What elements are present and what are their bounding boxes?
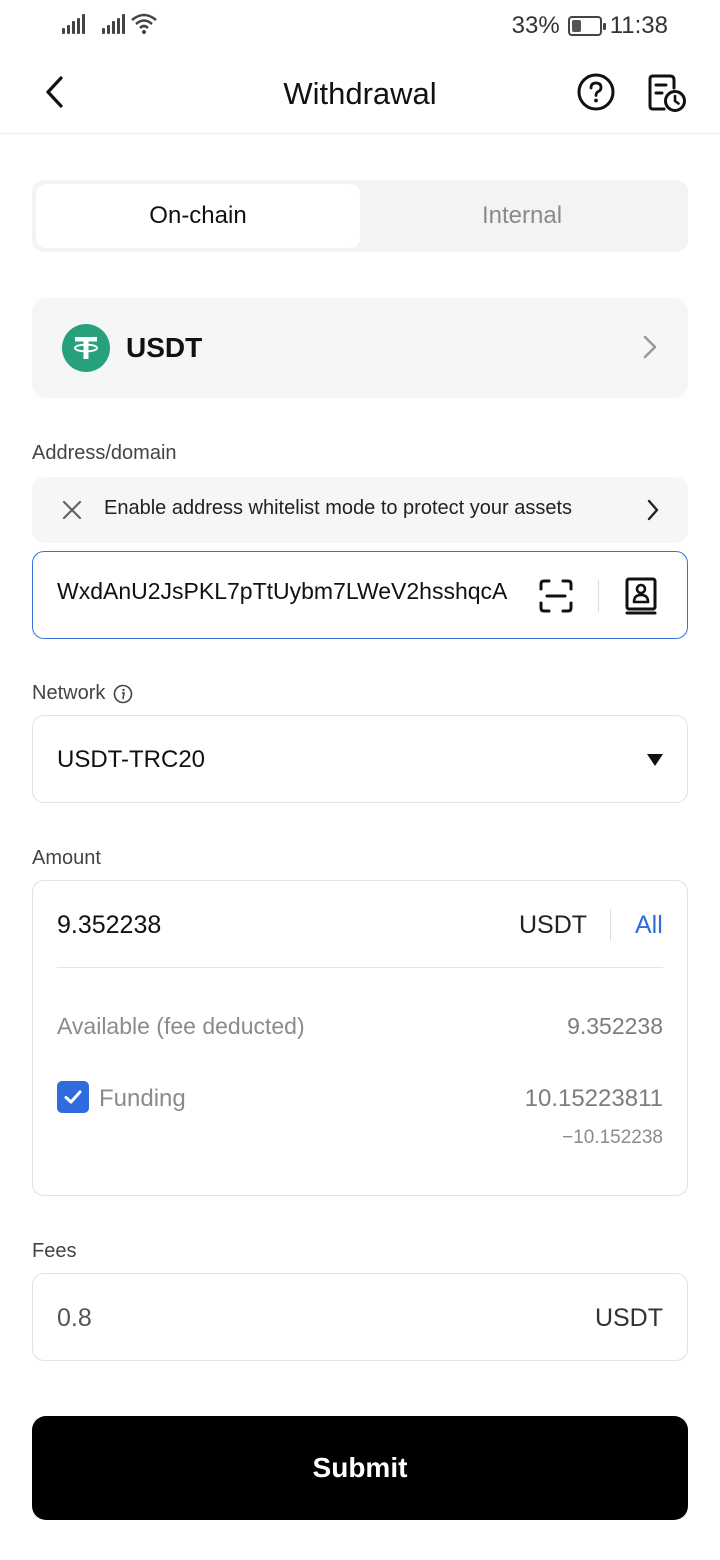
address-book-icon — [625, 577, 657, 615]
whitelist-notice[interactable]: Enable address whitelist mode to protect… — [32, 477, 688, 543]
checkmark-icon — [64, 1090, 82, 1104]
signal-strength-icon — [62, 14, 86, 34]
history-button[interactable] — [644, 70, 688, 114]
network-selected-value: USDT-TRC20 — [57, 746, 206, 773]
submit-button[interactable]: Submit — [32, 1416, 688, 1520]
scan-qr-button[interactable] — [539, 579, 573, 613]
all-button[interactable]: All — [635, 911, 663, 940]
available-value: 9.352238 — [567, 1013, 663, 1039]
address-input[interactable]: WxdAnU2JsPKL7pTtUybm7LWeV2hsshqcA — [57, 578, 537, 605]
fees-label: Fees — [32, 1240, 77, 1262]
available-label: Available (fee deducted) — [57, 1013, 305, 1039]
status-bar: 33% 11:38 — [0, 0, 720, 50]
fees-value: 0.8 — [57, 1304, 92, 1332]
funding-checkbox[interactable] — [57, 1081, 89, 1113]
network-label-row: Network — [32, 682, 133, 705]
funding-balance: 10.15223811 — [524, 1085, 663, 1112]
help-question-icon — [577, 73, 615, 111]
status-right: 33% 11:38 — [512, 12, 668, 40]
signal-strength-2-icon — [102, 14, 126, 34]
amount-label: Amount — [32, 847, 101, 869]
info-icon[interactable] — [113, 684, 133, 704]
chevron-right-icon — [647, 499, 659, 521]
wifi-icon — [131, 13, 157, 34]
address-book-button[interactable] — [623, 576, 659, 616]
header: Withdrawal — [0, 50, 720, 134]
divider — [610, 909, 611, 941]
battery-percent: 33% — [511, 12, 560, 39]
network-label: Network — [32, 682, 106, 704]
caret-down-icon — [647, 754, 663, 766]
help-button[interactable] — [576, 72, 616, 112]
funding-label: Funding — [99, 1085, 186, 1112]
fees-unit: USDT — [594, 1304, 663, 1332]
amount-input[interactable]: 9.352238 — [57, 911, 161, 940]
tether-icon — [62, 324, 110, 372]
whitelist-notice-text: Enable address whitelist mode to protect… — [104, 497, 573, 519]
withdrawal-type-tabs: On-chain Internal — [32, 180, 688, 252]
coin-symbol: USDT — [126, 332, 203, 363]
history-record-icon — [648, 74, 686, 112]
divider — [598, 580, 599, 612]
fees-field: 0.8 USDT — [32, 1273, 688, 1361]
coin-selector[interactable]: USDT — [32, 298, 688, 398]
amount-card: 9.352238 USDT All Available (fee deducte… — [32, 880, 688, 1196]
close-icon[interactable] — [62, 500, 82, 520]
divider — [57, 967, 663, 968]
tab-on-chain[interactable]: On-chain — [36, 184, 360, 248]
address-field[interactable]: WxdAnU2JsPKL7pTtUybm7LWeV2hsshqcA — [32, 551, 688, 639]
network-select[interactable]: USDT-TRC20 — [32, 715, 688, 803]
chevron-right-icon — [643, 335, 657, 359]
amount-unit: USDT — [519, 911, 588, 939]
battery-icon — [567, 16, 606, 36]
tab-internal[interactable]: Internal — [360, 184, 684, 248]
address-label: Address/domain — [32, 442, 177, 464]
scan-icon — [539, 579, 573, 613]
funding-deduction: −10.152238 — [562, 1127, 663, 1148]
clock: 11:38 — [609, 12, 668, 39]
